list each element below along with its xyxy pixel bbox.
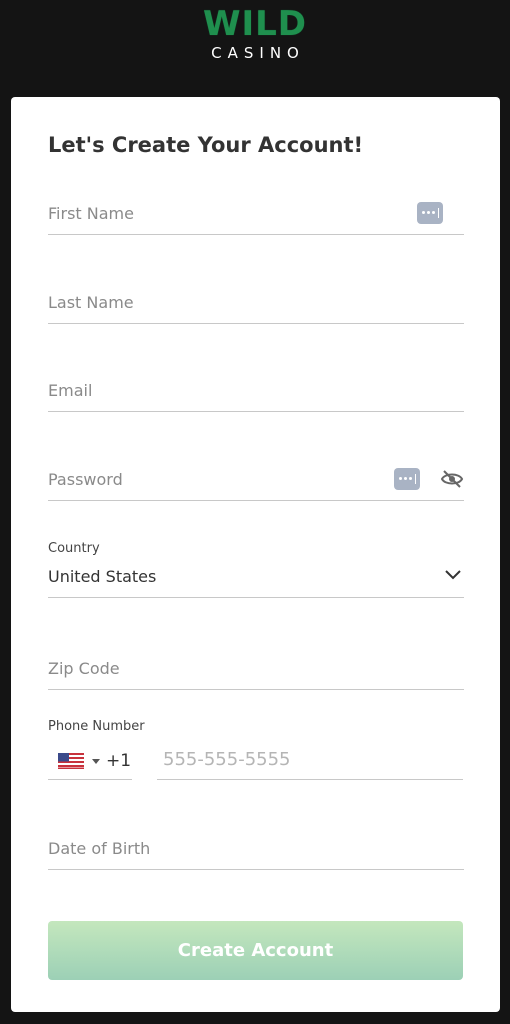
- create-account-button[interactable]: Create Account: [48, 921, 463, 980]
- password-manager-icon[interactable]: [394, 468, 420, 490]
- dial-code: +1: [106, 751, 132, 771]
- logo[interactable]: WILD CASINO: [0, 6, 510, 62]
- country-select[interactable]: Country United States: [48, 537, 464, 598]
- first-name-placeholder: First Name: [48, 204, 134, 223]
- zip-code-placeholder: Zip Code: [48, 659, 120, 678]
- last-name-field[interactable]: Last Name: [48, 281, 464, 324]
- password-manager-icon[interactable]: [417, 202, 443, 224]
- email-placeholder: Email: [48, 381, 93, 400]
- header: WILD CASINO: [0, 0, 510, 96]
- eye-slash-icon[interactable]: [440, 468, 464, 490]
- logo-casino-text: CASINO: [211, 44, 305, 62]
- password-field[interactable]: Password: [48, 458, 464, 501]
- email-field[interactable]: Email: [48, 369, 464, 412]
- phone-number-placeholder: 555-555-5555: [163, 749, 291, 770]
- page-title: Let's Create Your Account!: [48, 133, 364, 157]
- date-of-birth-field[interactable]: Date of Birth: [48, 827, 464, 870]
- country-value: United States: [48, 567, 157, 586]
- caret-down-icon: [92, 759, 100, 764]
- chevron-down-icon: [445, 570, 461, 580]
- signup-card: Let's Create Your Account! First Name La…: [11, 97, 500, 1012]
- logo-wild-text: WILD: [202, 4, 308, 44]
- country-label: Country: [48, 541, 100, 556]
- us-flag-icon: [58, 753, 84, 769]
- last-name-placeholder: Last Name: [48, 293, 134, 312]
- first-name-field[interactable]: First Name: [48, 192, 464, 235]
- password-placeholder: Password: [48, 470, 123, 489]
- phone-number-field[interactable]: 555-555-5555: [157, 743, 463, 780]
- phone-label: Phone Number: [48, 719, 145, 734]
- phone-country-select[interactable]: +1: [48, 743, 132, 780]
- date-of-birth-placeholder: Date of Birth: [48, 839, 151, 858]
- zip-code-field[interactable]: Zip Code: [48, 647, 464, 690]
